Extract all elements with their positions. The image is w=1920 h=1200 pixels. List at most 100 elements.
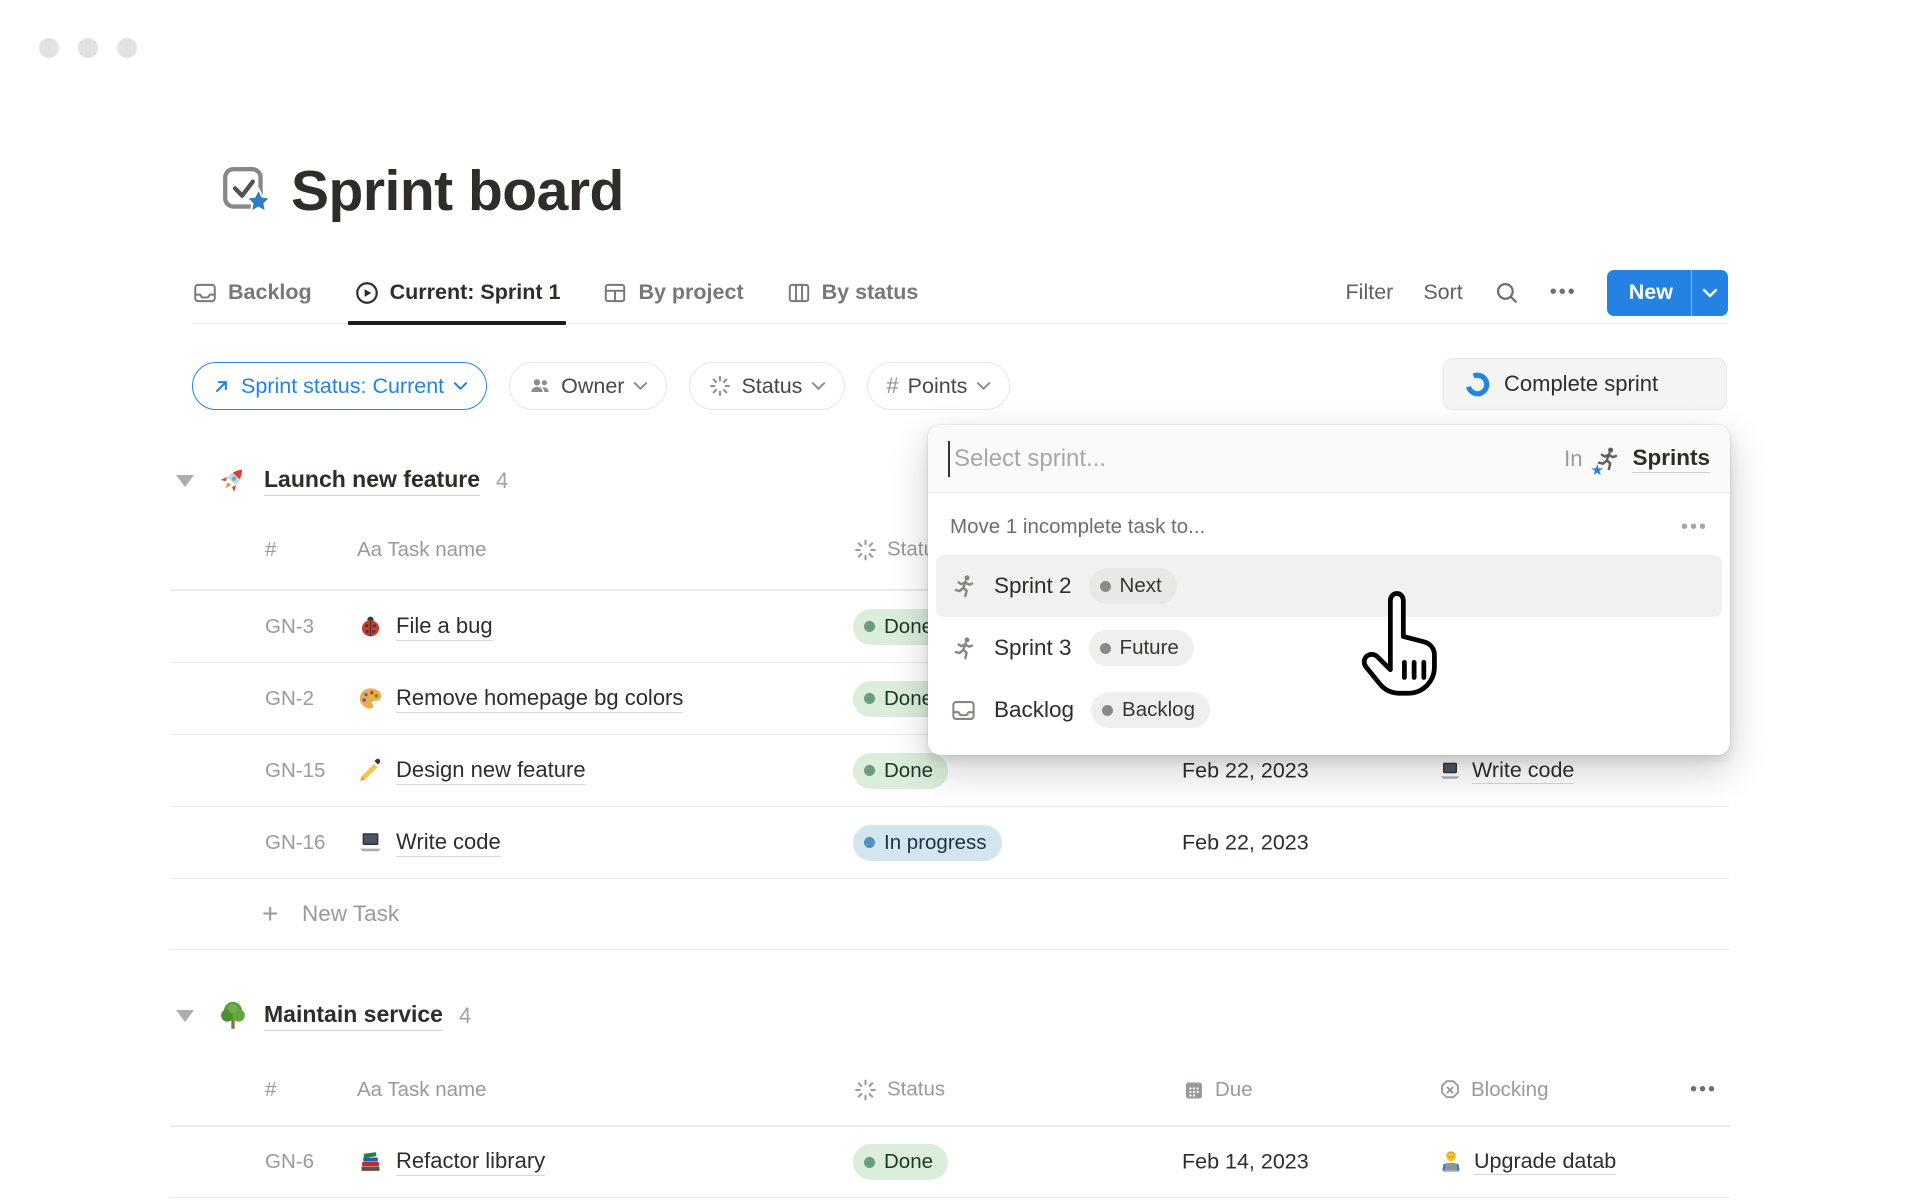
inbox-icon xyxy=(950,697,977,724)
group-title[interactable]: Maintain service xyxy=(264,1001,443,1031)
column-header-blocking[interactable]: Blocking xyxy=(1438,1078,1549,1102)
column-header-id[interactable]: # xyxy=(265,538,276,562)
status-spinner-icon xyxy=(853,537,878,562)
task-id: GN-15 xyxy=(265,759,325,783)
new-button[interactable]: New xyxy=(1607,270,1728,316)
laptop-emoji-icon xyxy=(357,829,384,856)
filter-button[interactable]: Filter xyxy=(1346,280,1394,305)
writing-hand-emoji-icon xyxy=(357,757,384,784)
tab-by-project[interactable]: By project xyxy=(602,262,743,323)
tab-current-sprint[interactable]: Current: Sprint 1 xyxy=(354,262,561,323)
complete-sprint-label: Complete sprint xyxy=(1504,371,1658,397)
collapse-triangle-icon[interactable] xyxy=(176,1010,194,1022)
tab-by-status[interactable]: By status xyxy=(786,262,919,323)
view-tab-bar: Backlog Current: Sprint 1 By project By … xyxy=(192,262,1728,324)
more-options-button[interactable]: ••• xyxy=(1550,281,1577,304)
tab-backlog[interactable]: Backlog xyxy=(192,262,312,323)
popup-section-header: Move 1 incomplete task to... ••• xyxy=(928,493,1730,539)
column-header-task-name[interactable]: Aa Task name xyxy=(357,1078,487,1102)
status-dot-icon xyxy=(864,1157,875,1168)
move-tasks-popup: Select sprint... In ★ Sprints Move 1 inc… xyxy=(928,425,1730,755)
sprint-status-filter-chip[interactable]: Sprint status: Current xyxy=(192,362,487,410)
task-name[interactable]: Remove homepage bg colors xyxy=(396,685,683,713)
column-menu-button[interactable]: ••• xyxy=(1690,1078,1717,1101)
task-id: GN-16 xyxy=(265,831,325,855)
runner-icon xyxy=(950,635,977,662)
window-close-button[interactable] xyxy=(39,38,59,58)
new-task-label: New Task xyxy=(302,901,399,927)
new-task-button[interactable]: + New Task xyxy=(170,878,1730,950)
column-header-task-name[interactable]: Aa Task name xyxy=(357,538,487,562)
status-filter-chip[interactable]: Status xyxy=(689,362,845,410)
plus-icon: + xyxy=(262,898,278,930)
arrow-up-right-icon xyxy=(211,376,232,397)
table-row[interactable]: GN-16 Write code In progress Feb 22, 202… xyxy=(170,806,1730,878)
task-name-cell[interactable]: Write code xyxy=(357,829,501,857)
points-filter-chip[interactable]: # Points xyxy=(867,362,1010,410)
column-header-id[interactable]: # xyxy=(265,1078,276,1102)
status-badge: Done xyxy=(853,753,948,789)
task-name[interactable]: Refactor library xyxy=(396,1148,545,1176)
blocking-task[interactable]: Write code xyxy=(1472,758,1574,784)
collapse-triangle-icon[interactable] xyxy=(176,475,194,487)
task-name-cell[interactable]: Design new feature xyxy=(357,757,586,785)
blocking-cell[interactable]: Write code xyxy=(1438,758,1574,784)
blocking-task[interactable]: Upgrade datab xyxy=(1474,1149,1616,1175)
owner-filter-chip[interactable]: Owner xyxy=(509,362,667,410)
runner-icon xyxy=(950,573,977,600)
filter-chips-row: Sprint status: Current Owner Status # Po… xyxy=(192,362,1010,410)
task-name-cell[interactable]: Refactor library xyxy=(357,1148,545,1176)
due-date[interactable]: Feb 22, 2023 xyxy=(1182,758,1309,783)
chip-label: Owner xyxy=(561,374,624,399)
status-badge: In progress xyxy=(853,825,1002,861)
star-icon: ★ xyxy=(1590,461,1603,479)
option-sprint-2[interactable]: Sprint 2 Next xyxy=(936,555,1722,617)
blocking-cell[interactable]: Upgrade datab xyxy=(1438,1149,1616,1175)
page-title: Sprint board xyxy=(291,158,624,224)
option-name: Sprint 2 xyxy=(994,573,1072,599)
popup-more-button[interactable]: ••• xyxy=(1681,516,1708,539)
new-button-label[interactable]: New xyxy=(1607,270,1691,316)
status-dot-icon xyxy=(864,765,875,776)
sprint-search-row[interactable]: Select sprint... In ★ Sprints xyxy=(928,425,1730,493)
scope-database-link[interactable]: Sprints xyxy=(1632,445,1710,473)
window-controls xyxy=(39,38,137,58)
search-icon[interactable] xyxy=(1493,279,1520,306)
column-header-due[interactable]: Due xyxy=(1182,1078,1253,1102)
sprint-search-input[interactable]: Select sprint... xyxy=(954,445,1106,473)
task-name[interactable]: Write code xyxy=(396,829,501,857)
status-dot-icon xyxy=(864,837,875,848)
sprint-status-badge: Next xyxy=(1089,568,1177,604)
option-name: Backlog xyxy=(994,697,1074,723)
due-date[interactable]: Feb 22, 2023 xyxy=(1182,830,1309,855)
status-dot-icon xyxy=(1102,705,1113,716)
table-icon xyxy=(602,280,628,306)
task-name-cell[interactable]: Remove homepage bg colors xyxy=(357,685,683,713)
due-date[interactable]: Feb 14, 2023 xyxy=(1182,1150,1309,1175)
window-minimize-button[interactable] xyxy=(78,38,98,58)
people-icon xyxy=(528,374,552,398)
complete-sprint-button[interactable]: Complete sprint xyxy=(1443,358,1727,410)
task-name[interactable]: Design new feature xyxy=(396,757,586,785)
column-header-status[interactable]: Status xyxy=(853,1077,945,1102)
play-circle-icon xyxy=(354,280,380,306)
technologist-emoji-icon xyxy=(1438,1149,1464,1175)
chip-label: Sprint status: Current xyxy=(241,374,444,399)
option-sprint-3[interactable]: Sprint 3 Future xyxy=(936,617,1722,679)
window-zoom-button[interactable] xyxy=(117,38,137,58)
tab-label: By status xyxy=(822,280,919,305)
status-badge: Done xyxy=(853,1144,948,1180)
task-name-cell[interactable]: File a bug xyxy=(357,613,493,641)
books-emoji-icon xyxy=(357,1149,384,1176)
sort-button[interactable]: Sort xyxy=(1423,280,1462,305)
chevron-down-icon[interactable] xyxy=(1692,270,1728,316)
columns-icon xyxy=(786,280,812,306)
task-name[interactable]: File a bug xyxy=(396,613,493,641)
tab-label: Current: Sprint 1 xyxy=(390,280,561,305)
group-title[interactable]: Launch new feature xyxy=(264,466,480,496)
tree-emoji-icon xyxy=(216,999,250,1033)
option-backlog[interactable]: Backlog Backlog xyxy=(936,679,1722,741)
table-row[interactable]: GN-6 Refactor library Done Feb 14, 2023 … xyxy=(170,1126,1730,1198)
checkbox-star-page-icon[interactable] xyxy=(219,164,273,218)
laptop-emoji-icon xyxy=(1438,759,1462,783)
